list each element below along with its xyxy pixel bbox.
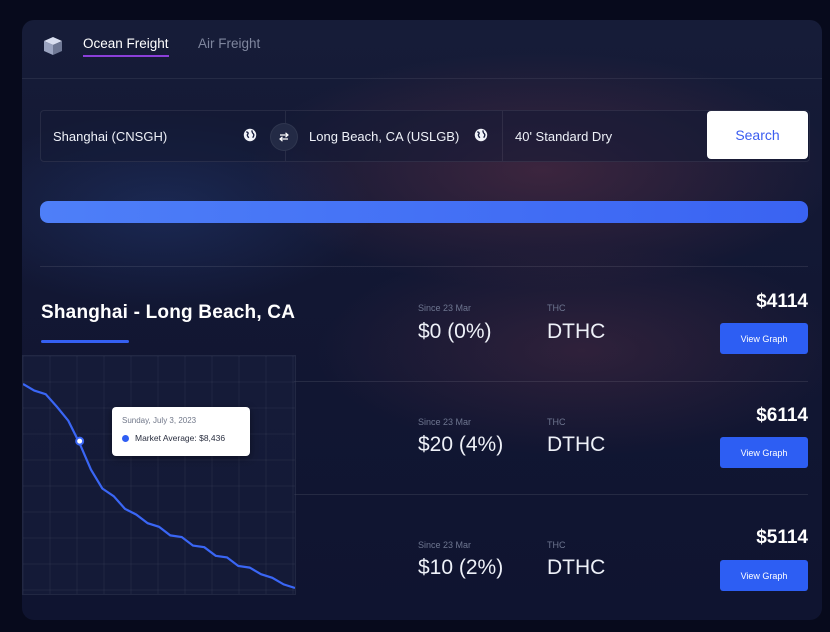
route-title: Shanghai - Long Beach, CA <box>41 302 296 323</box>
since-label: Since 23 Mar <box>418 303 472 313</box>
thc-label: THC <box>547 540 566 550</box>
thc-value: DTHC <box>547 320 606 343</box>
tab-ocean-freight[interactable]: Ocean Freight <box>83 36 169 57</box>
container-type-value: 40' Standard Dry <box>515 128 613 144</box>
rate-trend-chart[interactable] <box>22 355 296 595</box>
thc-label: THC <box>547 303 566 313</box>
price-change: $20 (4%) <box>418 433 504 456</box>
chart-tooltip: Sunday, July 3, 2023 Market Average: $8,… <box>112 407 250 456</box>
rate-price: $4114 <box>756 291 808 312</box>
hover-marker <box>75 436 85 446</box>
rate-price: $6114 <box>756 405 808 426</box>
destination-value: Long Beach, CA (USLGB) <box>309 128 460 144</box>
container-type-field[interactable]: 40' Standard Dry <box>515 111 612 161</box>
search-bar: Shanghai (CNSGH) Long Beach, CA (USLGB) … <box>40 110 810 162</box>
view-graph-button[interactable]: View Graph <box>720 560 808 591</box>
price-change: $0 (0%) <box>418 320 492 343</box>
globe-icon[interactable] <box>243 128 257 142</box>
view-graph-button[interactable]: View Graph <box>720 323 808 354</box>
origin-field[interactable]: Shanghai (CNSGH) <box>53 111 167 161</box>
tab-air-freight[interactable]: Air Freight <box>198 36 260 51</box>
divider <box>294 494 808 495</box>
view-graph-button[interactable]: View Graph <box>720 437 808 468</box>
origin-value: Shanghai (CNSGH) <box>53 128 168 144</box>
globe-icon[interactable] <box>474 128 488 142</box>
search-button[interactable]: Search <box>707 111 808 159</box>
thc-value: DTHC <box>547 433 606 456</box>
swap-button[interactable] <box>270 123 298 151</box>
since-label: Since 23 Mar <box>418 417 472 427</box>
swap-arrows-icon <box>279 132 289 142</box>
tooltip-date: Sunday, July 3, 2023 <box>122 416 197 425</box>
field-divider <box>502 111 503 161</box>
thc-label: THC <box>547 417 566 427</box>
loading-progress-bar <box>40 201 808 223</box>
destination-field[interactable]: Long Beach, CA (USLGB) <box>309 111 459 161</box>
dot-icon <box>122 434 129 442</box>
chart-grid <box>23 356 295 594</box>
cube-logo-icon <box>44 37 62 55</box>
rate-price: $5114 <box>756 527 808 548</box>
main-panel: Ocean Freight Air Freight Shanghai (CNSG… <box>22 20 822 620</box>
thc-value: DTHC <box>547 556 606 579</box>
since-label: Since 23 Mar <box>418 540 472 550</box>
tooltip-value: Market Average: $8,436 <box>135 433 226 443</box>
top-nav: Ocean Freight Air Freight <box>22 20 822 79</box>
progress-fill <box>40 201 808 223</box>
tooltip-value-row: Market Average: $8,436 <box>122 433 225 443</box>
divider <box>40 266 808 267</box>
divider <box>294 381 808 382</box>
route-title-underline <box>41 340 129 343</box>
price-change: $10 (2%) <box>418 556 504 579</box>
